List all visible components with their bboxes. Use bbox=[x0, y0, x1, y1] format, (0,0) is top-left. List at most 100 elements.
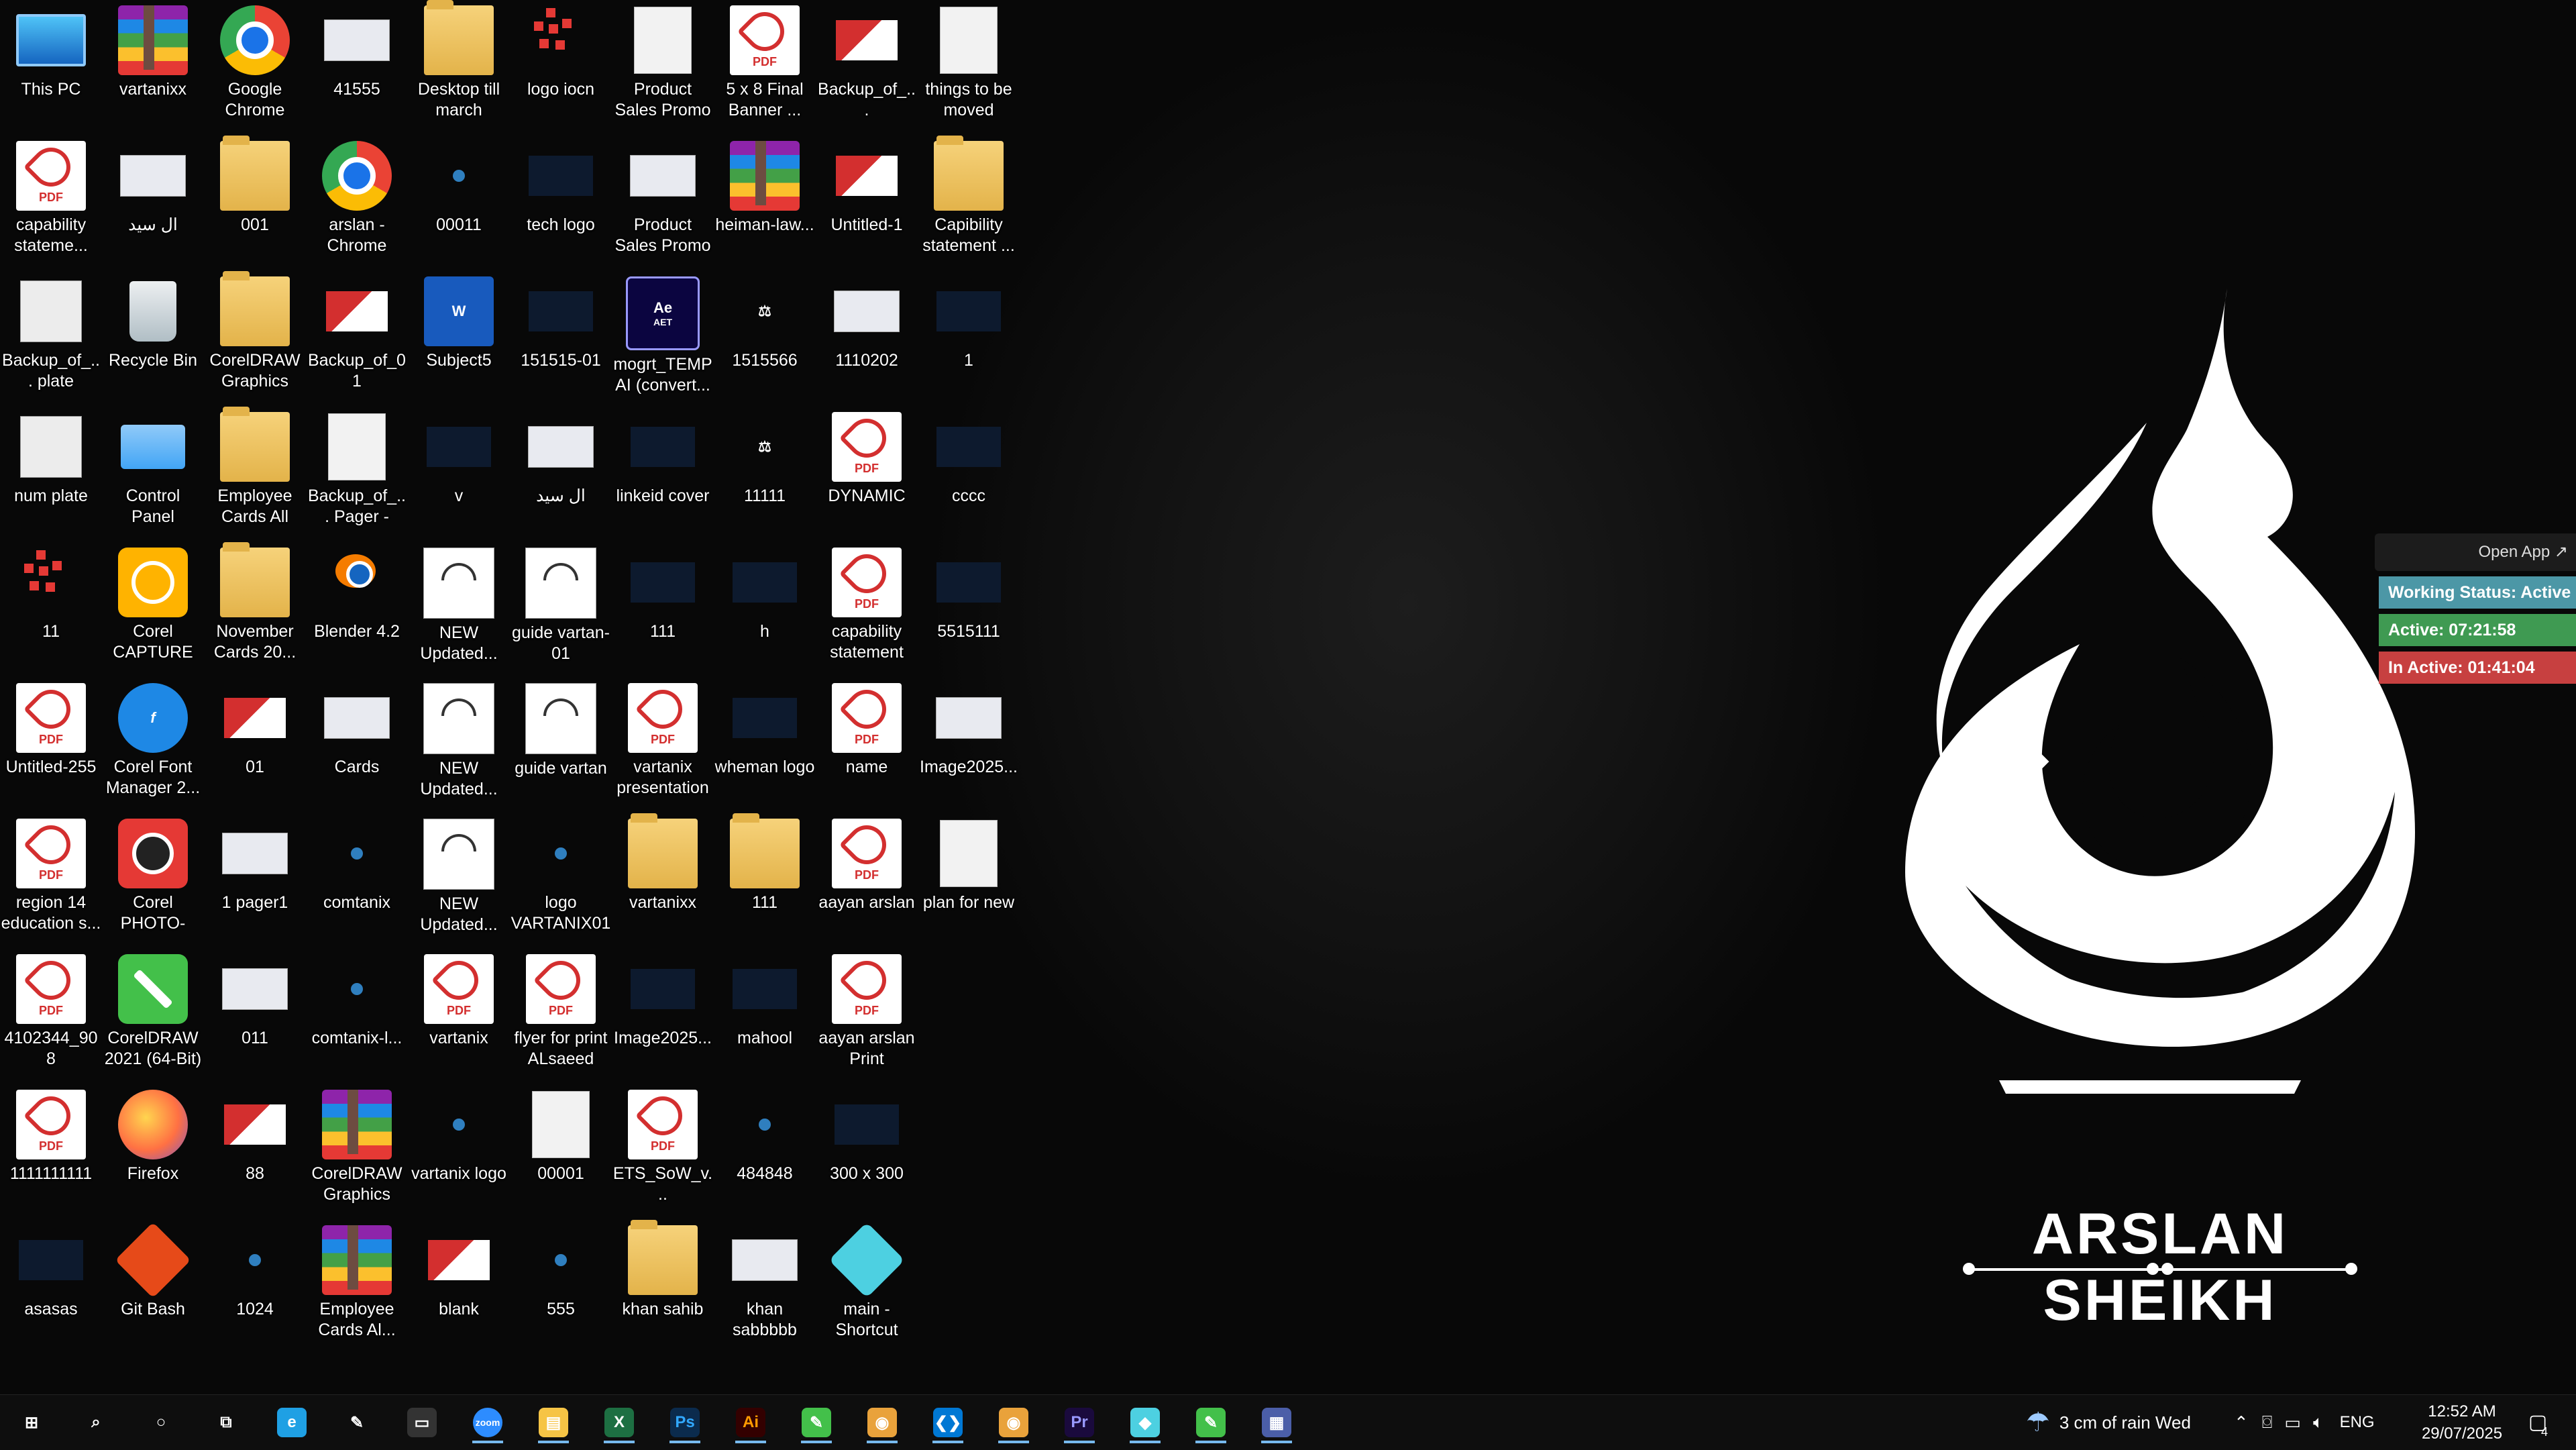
desktop-icon[interactable]: things to be moved bbox=[918, 0, 1020, 132]
desktop-icon[interactable]: Corel CAPTURE 2... bbox=[102, 542, 204, 674]
taskbar-coreldraw-button[interactable]: ✎ bbox=[793, 1402, 840, 1443]
desktop-icon[interactable]: plan for new bbox=[918, 813, 1020, 945]
desktop-icon[interactable]: Backup_of_... bbox=[816, 0, 918, 132]
desktop-icon[interactable]: blank bbox=[408, 1220, 510, 1351]
desktop-icon[interactable]: W Subject5 bbox=[408, 271, 510, 403]
taskbar-file-explorer-button[interactable]: ▤ bbox=[530, 1402, 577, 1443]
desktop-icon[interactable]: ⚖ 1515566 bbox=[714, 271, 816, 403]
desktop-icon[interactable]: PDF 1111111111 bbox=[0, 1084, 102, 1216]
desktop-icon[interactable]: 011 bbox=[204, 949, 306, 1080]
desktop-icon[interactable]: 111 bbox=[714, 813, 816, 945]
desktop-icon[interactable]: ال سيد bbox=[510, 407, 612, 538]
desktop-icon[interactable]: mahool bbox=[714, 949, 816, 1080]
taskbar-excel-button[interactable]: X bbox=[596, 1402, 643, 1443]
language-indicator[interactable]: ENG bbox=[2340, 1413, 2375, 1432]
desktop-icon[interactable]: Backup_of_... Pager - NY... bbox=[306, 407, 408, 538]
desktop-icon[interactable]: PDF 4102344_908 bbox=[0, 949, 102, 1080]
taskbar-coreldraw-2-button[interactable]: ✎ bbox=[1187, 1402, 1234, 1443]
desktop-icon[interactable]: 00001 bbox=[510, 1084, 612, 1216]
desktop-icon[interactable]: Backup_of_01 bbox=[306, 271, 408, 403]
desktop-icon[interactable]: PDF vartanix presentation bbox=[612, 678, 714, 809]
desktop-icon[interactable]: 001 bbox=[204, 136, 306, 267]
desktop-icon[interactable]: vartanix logo bbox=[408, 1084, 510, 1216]
taskbar-search-button[interactable]: ⌕ bbox=[72, 1402, 119, 1443]
desktop-icon[interactable]: Capibility statement ... bbox=[918, 136, 1020, 267]
taskbar-chrome-profile-button[interactable]: ◉ bbox=[990, 1402, 1037, 1443]
desktop-icon[interactable]: 1 bbox=[918, 271, 1020, 403]
taskbar-photoshop-button[interactable]: Ps bbox=[661, 1402, 708, 1443]
desktop-icon[interactable]: Backup_of_... plate bbox=[0, 271, 102, 403]
desktop-icon[interactable]: PDF name bbox=[816, 678, 918, 809]
desktop-icon[interactable]: 1024 bbox=[204, 1220, 306, 1351]
taskbar-edge-button[interactable]: e bbox=[268, 1402, 315, 1443]
desktop-icon[interactable]: Image2025... bbox=[918, 678, 1020, 809]
taskbar-pen-button[interactable]: ✎ bbox=[333, 1402, 380, 1443]
desktop-icon[interactable]: Recycle Bin bbox=[102, 271, 204, 403]
desktop-icon[interactable]: main - Shortcut bbox=[816, 1220, 918, 1351]
desktop-icon[interactable]: 11 bbox=[0, 542, 102, 674]
desktop-icon[interactable]: 1 pager1 bbox=[204, 813, 306, 945]
desktop-icon[interactable]: 88 bbox=[204, 1084, 306, 1216]
desktop-icon[interactable]: Cards bbox=[306, 678, 408, 809]
desktop-icon[interactable]: Ae AET mogrt_TEMP AI (convert... bbox=[612, 271, 714, 403]
desktop-icon[interactable]: PDF capability statement bbox=[816, 542, 918, 674]
desktop-icon[interactable]: 1110202 bbox=[816, 271, 918, 403]
desktop-icon[interactable]: 01 bbox=[204, 678, 306, 809]
desktop-icon[interactable]: EPS NEW Updated... bbox=[408, 542, 510, 674]
desktop-icon[interactable]: ⚖ 11111 bbox=[714, 407, 816, 538]
taskbar-chrome-button[interactable]: ◉ bbox=[859, 1402, 906, 1443]
desktop-icon[interactable]: Employee Cards All bbox=[204, 407, 306, 538]
taskbar-app-cube-button[interactable]: ◆ bbox=[1122, 1402, 1169, 1443]
desktop-icon[interactable]: PDF Untitled-255 bbox=[0, 678, 102, 809]
desktop-icon[interactable]: cccc bbox=[918, 407, 1020, 538]
desktop-icon[interactable]: 300 x 300 bbox=[816, 1084, 918, 1216]
desktop-icon[interactable]: Untitled-1 bbox=[816, 136, 918, 267]
desktop-icon[interactable]: comtanix bbox=[306, 813, 408, 945]
desktop-icon[interactable]: Control Panel bbox=[102, 407, 204, 538]
desktop-icon[interactable]: November Cards 20... bbox=[204, 542, 306, 674]
taskbar-calculator-button[interactable]: ▦ bbox=[1253, 1402, 1300, 1443]
desktop-icon[interactable]: 484848 bbox=[714, 1084, 816, 1216]
desktop-icon[interactable]: comtanix-l... bbox=[306, 949, 408, 1080]
desktop-icon[interactable]: EPS NEW Updated... bbox=[408, 813, 510, 945]
taskbar-zoom-button[interactable]: zoom bbox=[464, 1402, 511, 1443]
desktop-icon[interactable]: num plate bbox=[0, 407, 102, 538]
desktop-icon[interactable]: PDF flyer for print ALsaeed po... bbox=[510, 949, 612, 1080]
notification-center-button[interactable]: ▢ 4 bbox=[2521, 1406, 2555, 1439]
desktop-icon[interactable]: 5515111 bbox=[918, 542, 1020, 674]
desktop-icon[interactable]: Desktop till march bbox=[408, 0, 510, 132]
weather-widget[interactable]: ☂ 3 cm of rain Wed bbox=[2026, 1395, 2191, 1450]
desktop-icon[interactable]: vartanixx bbox=[102, 0, 204, 132]
desktop-icon[interactable]: tech logo bbox=[510, 136, 612, 267]
desktop-icon[interactable]: 111 bbox=[612, 542, 714, 674]
desktop-icon[interactable]: Product Sales Promo Pack... bbox=[612, 136, 714, 267]
desktop-icon[interactable]: h bbox=[714, 542, 816, 674]
desktop-icon[interactable]: Firefox bbox=[102, 1084, 204, 1216]
desktop-icon[interactable]: arslan - Chrome bbox=[306, 136, 408, 267]
desktop-icon[interactable]: Corel PHOTO-PAI... bbox=[102, 813, 204, 945]
desktop-icon[interactable]: v bbox=[408, 407, 510, 538]
desktop-icon[interactable]: Product Sales Promo Pack... bbox=[612, 0, 714, 132]
desktop-icon[interactable]: 151515-01 bbox=[510, 271, 612, 403]
desktop-icon[interactable]: linkeid cover bbox=[612, 407, 714, 538]
desktop-icon[interactable]: logo VARTANIX01 bbox=[510, 813, 612, 945]
desktop-icon[interactable]: 00011 bbox=[408, 136, 510, 267]
desktop-icon[interactable]: Employee Cards Al... bbox=[306, 1220, 408, 1351]
desktop-icon[interactable]: Google Chrome bbox=[204, 0, 306, 132]
desktop-icon[interactable]: Image2025... bbox=[612, 949, 714, 1080]
desktop-icon[interactable]: PDF 5 x 8 Final Banner ... bbox=[714, 0, 816, 132]
desktop-icon[interactable]: EPS guide vartan bbox=[510, 678, 612, 809]
desktop-icon[interactable]: EPS NEW Updated... bbox=[408, 678, 510, 809]
desktop-icon[interactable]: EPS guide vartan-01 bbox=[510, 542, 612, 674]
chevron-up-icon[interactable]: ⌃ bbox=[2234, 1412, 2249, 1433]
desktop-icon[interactable]: asasas bbox=[0, 1220, 102, 1351]
desktop-icon[interactable]: 41555 bbox=[306, 0, 408, 132]
taskbar-illustrator-button[interactable]: Ai bbox=[727, 1402, 774, 1443]
taskbar-start-button[interactable]: ⊞ bbox=[8, 1402, 55, 1443]
desktop-icon[interactable]: f Corel Font Manager 2... bbox=[102, 678, 204, 809]
taskbar-vscode-button[interactable]: ❮❯ bbox=[924, 1402, 971, 1443]
desktop-icon[interactable]: CorelDRAW 2021 (64-Bit) bbox=[102, 949, 204, 1080]
desktop-icon[interactable]: CorelDRAW Graphics Su... bbox=[204, 271, 306, 403]
desktop-icon[interactable]: Blender 4.2 bbox=[306, 542, 408, 674]
taskbar-task-view-button[interactable]: ⧉ bbox=[203, 1402, 250, 1443]
